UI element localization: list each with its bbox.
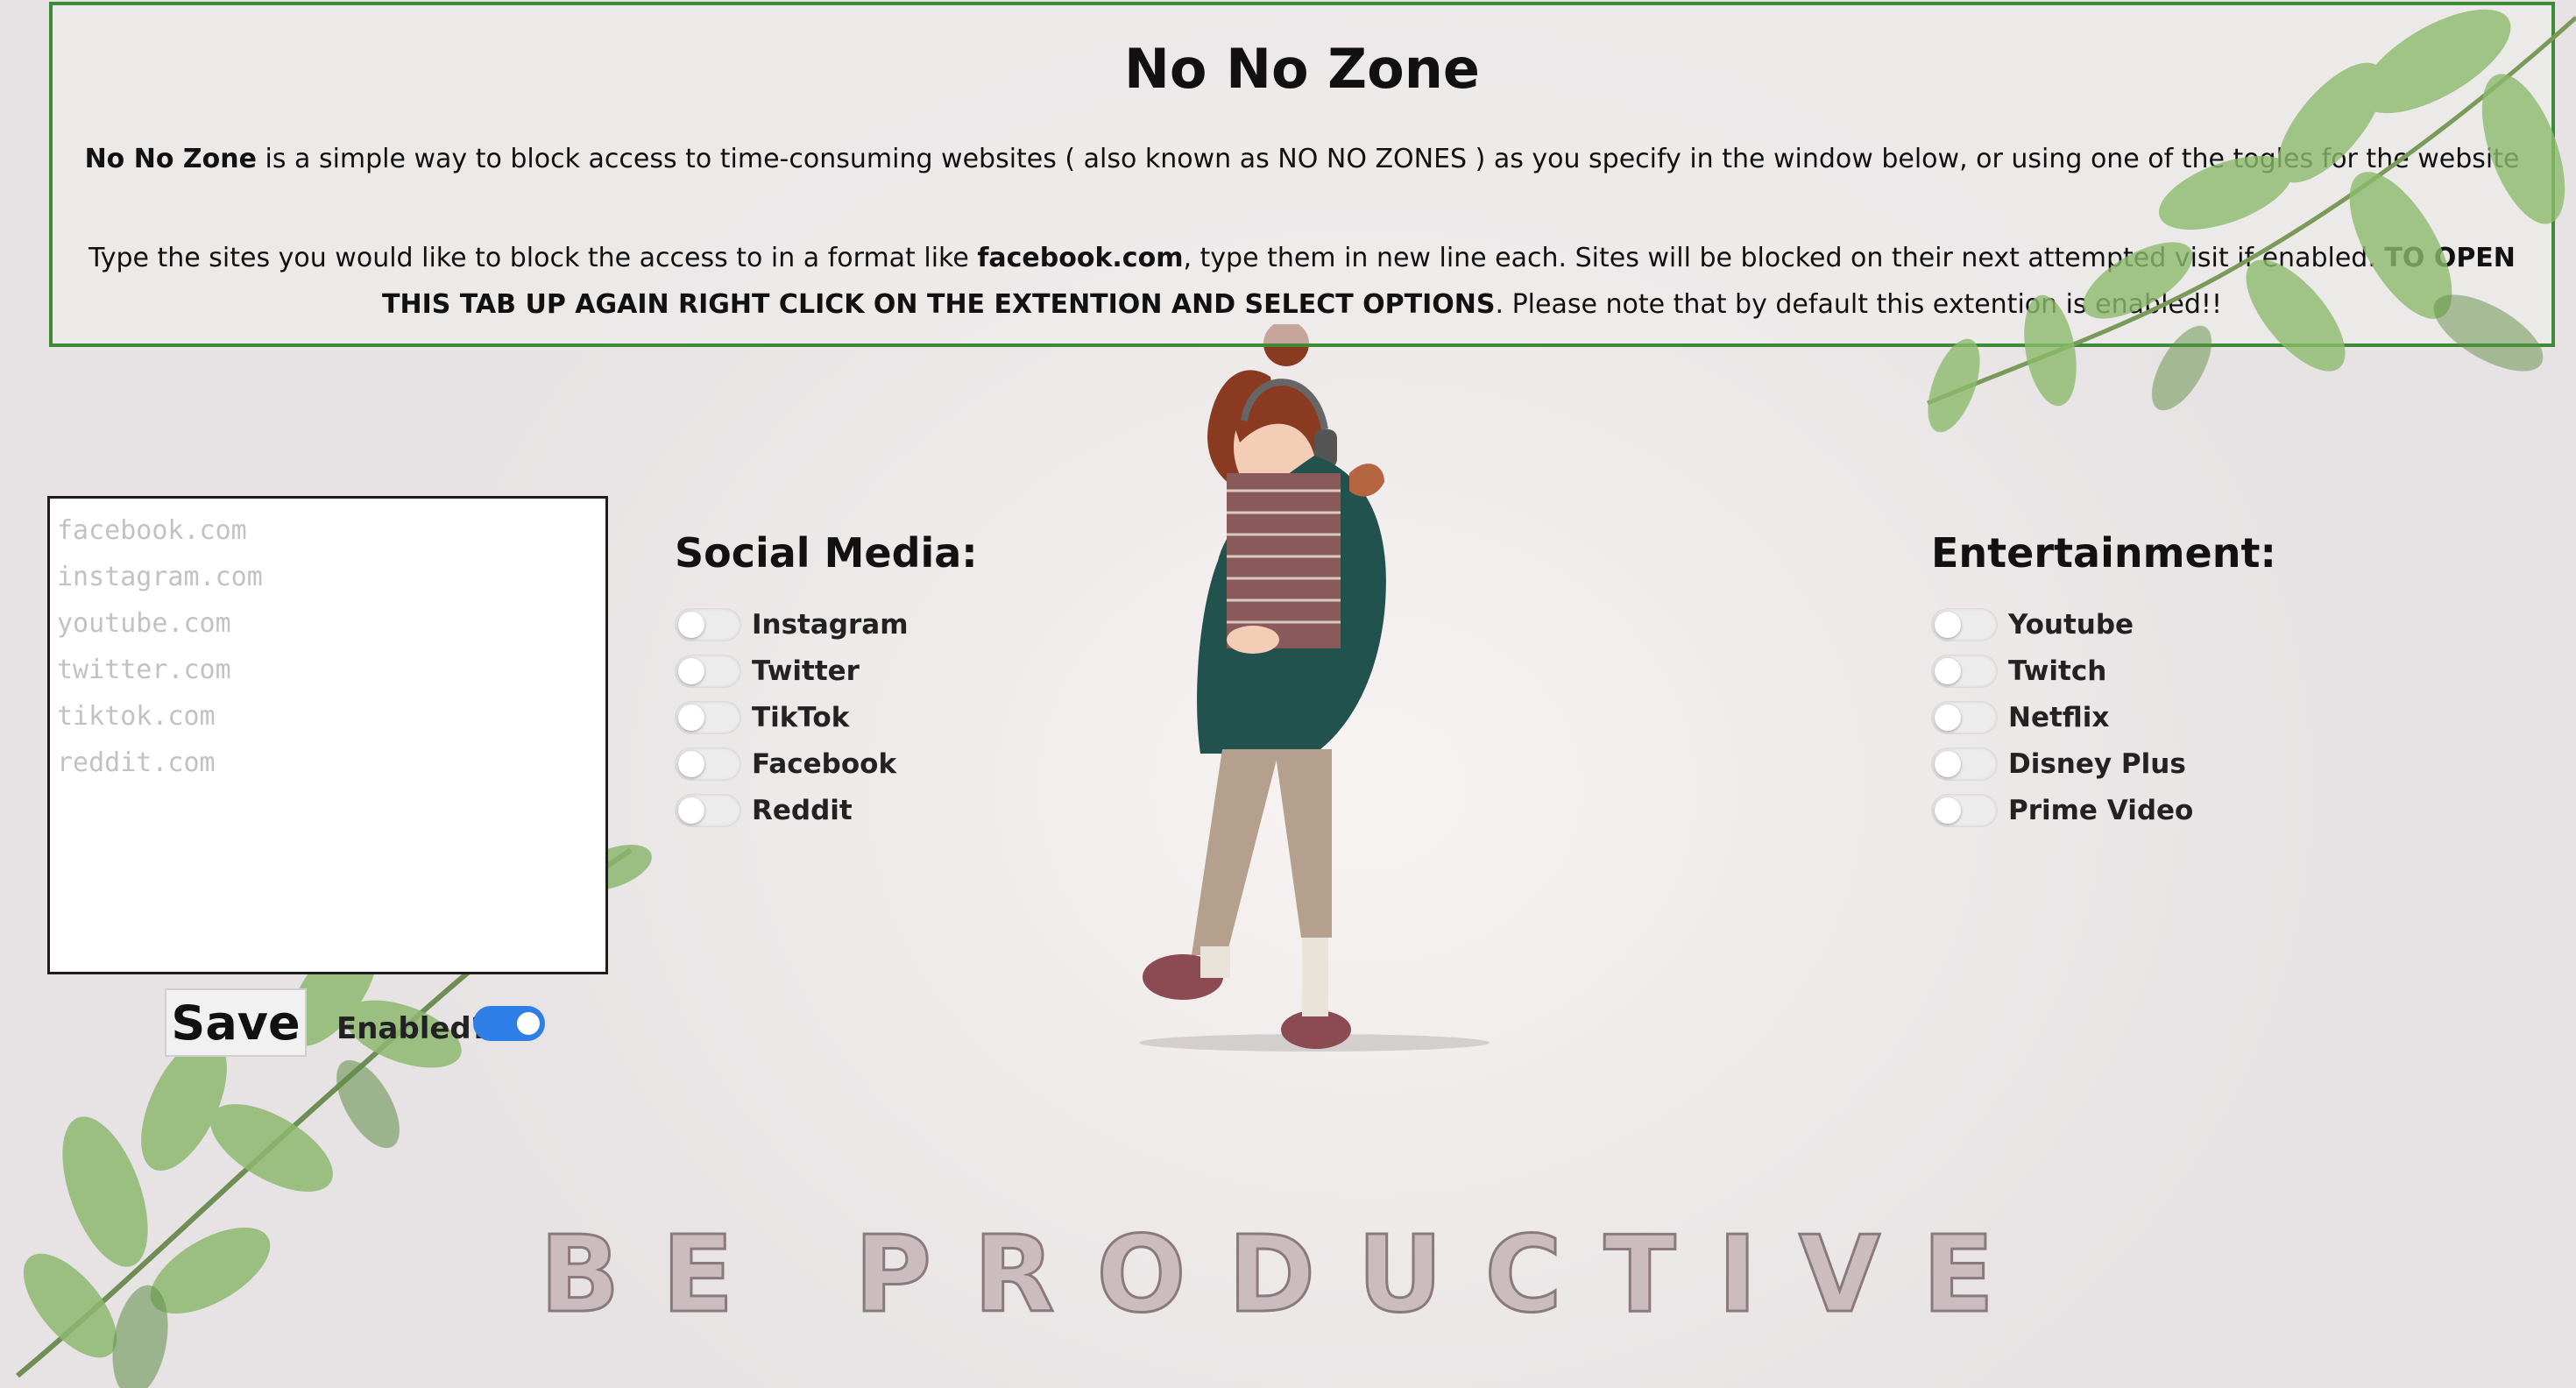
toggle-label: Facebook bbox=[752, 747, 897, 780]
toggle-knob bbox=[1935, 611, 1961, 638]
toggle-knob bbox=[678, 797, 704, 824]
instructions-paragraph: Type the sites you would like to block t… bbox=[79, 235, 2525, 328]
toggle-knob bbox=[1935, 750, 1961, 777]
intro-paragraph: No No Zone is a simple way to block acce… bbox=[53, 142, 2551, 177]
toggle-label: Disney Plus bbox=[2008, 747, 2186, 780]
product-name: No No Zone bbox=[84, 144, 257, 174]
toggle-label: Twitch bbox=[2008, 655, 2107, 687]
toggle-label: Prime Video bbox=[2008, 794, 2194, 826]
social-media-group: Social Media: Instagram Twitter TikTok F… bbox=[675, 529, 978, 833]
entertainment-heading: Entertainment: bbox=[1931, 529, 2276, 577]
tiktok-toggle[interactable] bbox=[675, 700, 741, 734]
save-button[interactable]: Save bbox=[165, 988, 307, 1057]
instructions-text-1: Type the sites you would like to block t… bbox=[88, 243, 978, 273]
toggle-row-prime-video: Prime Video bbox=[1931, 787, 2276, 833]
toggle-row-tiktok: TikTok bbox=[675, 694, 978, 740]
toggle-row-facebook: Facebook bbox=[675, 740, 978, 787]
toggle-label: Twitter bbox=[752, 655, 860, 687]
prime-video-toggle[interactable] bbox=[1931, 793, 1998, 827]
toggle-label: Youtube bbox=[2008, 608, 2134, 641]
toggle-knob bbox=[1935, 657, 1961, 684]
slogan-text: BE PRODUCTIVE bbox=[538, 1214, 2037, 1338]
example-site: facebook.com bbox=[977, 243, 1184, 273]
twitch-toggle[interactable] bbox=[1931, 654, 1998, 688]
intro-text: is a simple way to block access to time-… bbox=[256, 144, 2520, 174]
toggle-label: TikTok bbox=[752, 701, 850, 733]
toggle-label: Reddit bbox=[752, 794, 853, 826]
twitter-toggle[interactable] bbox=[675, 654, 741, 688]
girl-with-books-illustration bbox=[1139, 324, 1490, 1052]
toggle-row-twitter: Twitter bbox=[675, 648, 978, 694]
toggle-label: Instagram bbox=[752, 608, 909, 641]
info-header: No No Zone No No Zone is a simple way to… bbox=[49, 2, 2555, 347]
toggle-knob bbox=[1935, 797, 1961, 824]
enabled-toggle[interactable] bbox=[473, 1006, 545, 1041]
disney-plus-toggle[interactable] bbox=[1931, 747, 1998, 781]
instructions-text-2: , type them in new line each. Sites will… bbox=[1183, 243, 2385, 273]
instructions-text-3: . Please note that by default this exten… bbox=[1495, 289, 2222, 320]
toggle-row-instagram: Instagram bbox=[675, 601, 978, 648]
instagram-toggle[interactable] bbox=[675, 607, 741, 641]
youtube-toggle[interactable] bbox=[1931, 607, 1998, 641]
page-title: No No Zone bbox=[1124, 37, 1480, 101]
toggle-knob bbox=[517, 1012, 540, 1035]
facebook-toggle[interactable] bbox=[675, 747, 741, 781]
netflix-toggle[interactable] bbox=[1931, 700, 1998, 734]
toggle-knob bbox=[1935, 704, 1961, 731]
toggle-knob bbox=[678, 704, 704, 731]
enabled-label: Enabled? bbox=[336, 1011, 489, 1046]
toggle-knob bbox=[678, 657, 704, 684]
entertainment-group: Entertainment: Youtube Twitch Netflix Di… bbox=[1931, 529, 2276, 833]
toggle-knob bbox=[678, 611, 704, 638]
toggle-label: Netflix bbox=[2008, 701, 2110, 733]
reddit-toggle[interactable] bbox=[675, 793, 741, 827]
toggle-row-twitch: Twitch bbox=[1931, 648, 2276, 694]
toggle-knob bbox=[678, 750, 704, 777]
toggle-row-reddit: Reddit bbox=[675, 787, 978, 833]
toggle-row-netflix: Netflix bbox=[1931, 694, 2276, 740]
social-media-heading: Social Media: bbox=[675, 529, 978, 577]
toggle-row-youtube: Youtube bbox=[1931, 601, 2276, 648]
blocked-sites-input[interactable] bbox=[47, 496, 608, 974]
toggle-row-disney-plus: Disney Plus bbox=[1931, 740, 2276, 787]
